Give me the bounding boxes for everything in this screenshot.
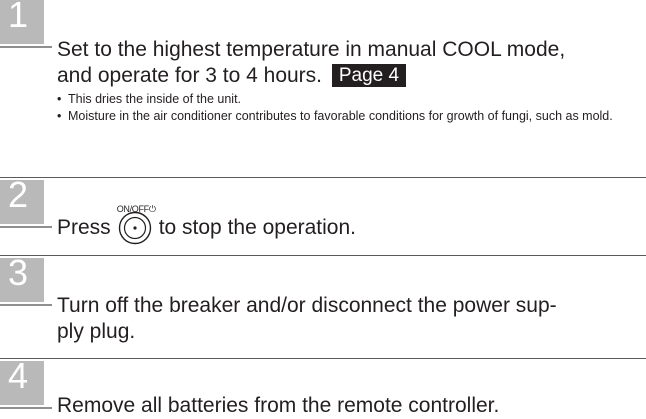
- step-text: and operate for 3 to 4 hours. Page 4: [57, 63, 407, 89]
- step-text-line-1: Turn off the breaker and/or disconnect t…: [57, 294, 557, 317]
- step-text: ply plug.: [57, 319, 135, 345]
- step-number: 3: [8, 252, 29, 293]
- note-item: This dries the inside of the unit.: [57, 91, 639, 108]
- step-number: 4: [8, 355, 29, 396]
- step-underline: [0, 407, 52, 409]
- step-underline: [0, 46, 52, 48]
- step-text-line-1: Remove all batteries from the remote con…: [57, 394, 500, 417]
- power-button-icon: [118, 211, 151, 245]
- step-number-badge: 2: [0, 174, 44, 224]
- step-number: 2: [8, 174, 29, 215]
- divider: [0, 177, 646, 178]
- divider: [0, 358, 646, 359]
- step-text-after: to stop the operation.: [158, 216, 356, 239]
- note-item: Moisture in the air conditioner contribu…: [57, 108, 639, 125]
- step-text: Set to the highest temperature in manual…: [57, 37, 565, 63]
- step-text-line-2: and operate for 3 to 4 hours.: [57, 64, 323, 87]
- step-underline: [0, 304, 52, 306]
- step-text: Remove all batteries from the remote con…: [57, 393, 499, 419]
- step-text-line-2: ply plug.: [57, 320, 136, 343]
- step-notes: This dries the inside of the unit. Moist…: [57, 91, 639, 125]
- step-text: Turn off the breaker and/or disconnect t…: [57, 293, 557, 319]
- page-reference-link[interactable]: Page 4: [331, 64, 407, 87]
- step-number-badge: 1: [0, 0, 44, 44]
- step-number: 1: [8, 0, 29, 35]
- step-underline: [0, 226, 52, 228]
- step-number-badge: 4: [0, 355, 44, 405]
- step-text: Press ON/OFF⏻ to stop the operation.: [57, 204, 356, 245]
- on-off-button-icon: ON/OFF⏻: [115, 204, 156, 245]
- step-text-before: Press: [57, 216, 111, 239]
- step-text-line-1: Set to the highest temperature in manual…: [57, 38, 566, 61]
- step-number-badge: 3: [0, 252, 44, 302]
- divider: [0, 255, 646, 256]
